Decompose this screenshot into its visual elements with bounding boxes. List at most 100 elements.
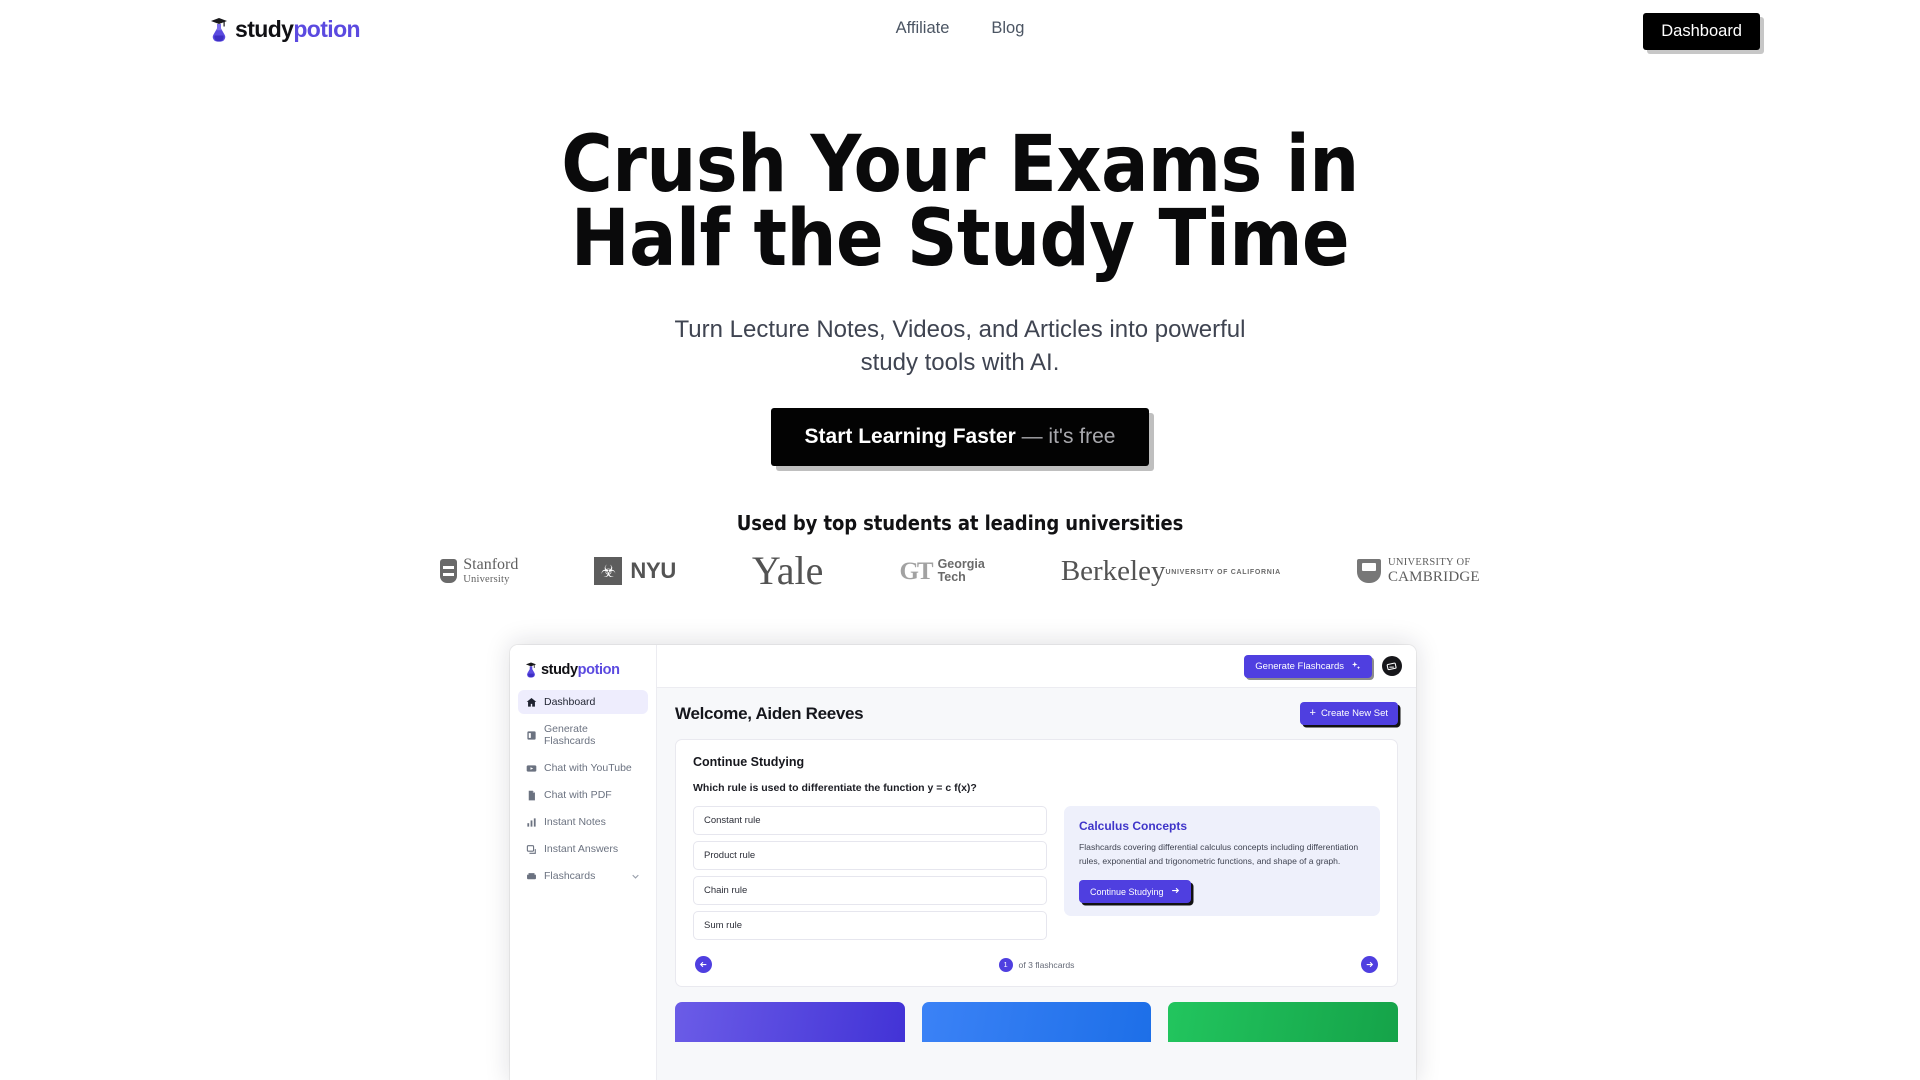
answer-option[interactable]: Constant rule bbox=[693, 806, 1047, 835]
sidebar-item-dashboard[interactable]: Dashboard bbox=[518, 690, 648, 714]
continue-studying-label: Continue Studying bbox=[1090, 886, 1164, 897]
app-topbar: Generate Flashcards bbox=[657, 645, 1416, 688]
cambridge-shield-icon bbox=[1356, 559, 1381, 583]
berkeley-logo-secondary: UNIVERSITY OF CALIFORNIA bbox=[1165, 569, 1281, 576]
university-logos: Stanford University ☣ NYU Yale GT Georgi… bbox=[0, 548, 1920, 594]
hero-subtitle-line-1: Turn Lecture Notes, Videos, and Articles… bbox=[674, 316, 1246, 343]
flashcard-count-label: of 3 flashcards bbox=[1018, 959, 1075, 970]
cambridge-logo-secondary: UNIVERSITY OF bbox=[1387, 556, 1471, 568]
next-flashcard-button[interactable] bbox=[1360, 956, 1378, 973]
start-learning-button[interactable]: Start Learning Faster — it's free bbox=[770, 408, 1150, 466]
berkeley-logo: Berkeley UNIVERSITY OF CALIFORNIA bbox=[1061, 548, 1281, 594]
social-proof-heading: Used by top students at leading universi… bbox=[736, 511, 1184, 535]
app-body: Welcome, Aiden Reeves + Create New Set C… bbox=[657, 688, 1416, 1080]
flashcards-icon bbox=[526, 871, 537, 882]
home-icon bbox=[526, 697, 537, 708]
site-logo[interactable]: studypotion bbox=[208, 16, 361, 42]
page-title: Crush Your Exams in Half the Study Time bbox=[0, 126, 1920, 284]
sparkles-icon bbox=[1351, 661, 1361, 671]
site-logo-text: studypotion bbox=[235, 16, 361, 42]
bottom-card-blue[interactable] bbox=[921, 1002, 1152, 1042]
flashcard-question: Which rule is used to differentiate the … bbox=[693, 782, 977, 794]
arrow-right-icon bbox=[1365, 960, 1374, 969]
chevron-down-icon[interactable] bbox=[631, 872, 640, 881]
sidebar-item-flashcards[interactable]: Flashcards bbox=[518, 864, 648, 888]
notes-icon bbox=[526, 817, 537, 828]
brand-name-part1: study bbox=[235, 16, 294, 42]
arrow-right-icon bbox=[1171, 886, 1180, 897]
plus-icon: + bbox=[1309, 707, 1316, 719]
flashcard-stack-icon bbox=[1386, 660, 1398, 672]
potion-flask-graduation-icon bbox=[524, 661, 538, 678]
create-new-set-label: Create New Set bbox=[1320, 708, 1388, 719]
sidebar-item-instant-answers[interactable]: Instant Answers bbox=[518, 837, 648, 861]
welcome-row: Welcome, Aiden Reeves + Create New Set bbox=[675, 702, 1398, 725]
create-new-set-button[interactable]: + Create New Set bbox=[1299, 702, 1398, 725]
bottom-cards-row bbox=[675, 1002, 1399, 1042]
sidebar-item-label: Instant Answers bbox=[544, 843, 619, 855]
generate-flashcards-label: Generate Flashcards bbox=[1255, 660, 1344, 672]
continue-studying-button[interactable]: Continue Studying bbox=[1079, 880, 1191, 904]
cambridge-logo: UNIVERSITY OF CAMBRIDGE bbox=[1356, 548, 1480, 594]
video-icon bbox=[526, 763, 537, 774]
berkeley-logo-primary: Berkeley bbox=[1060, 554, 1166, 587]
georgia-tech-mark-icon: GT bbox=[899, 557, 933, 585]
bottom-card-purple[interactable] bbox=[675, 1002, 905, 1042]
sidebar-item-label: Chat with PDF bbox=[544, 789, 612, 801]
landing-page: studypotion Affiliate Blog Dashboard Cru… bbox=[0, 0, 1920, 1080]
nav-link-blog[interactable]: Blog bbox=[991, 17, 1024, 39]
arrow-left-icon bbox=[699, 960, 708, 969]
app-brand-part1: study bbox=[541, 661, 578, 678]
answer-option[interactable]: Chain rule bbox=[693, 876, 1047, 905]
answer-options: Constant rule Product rule Chain rule Su… bbox=[693, 806, 1047, 946]
cambridge-logo-primary: CAMBRIDGE bbox=[1387, 568, 1480, 585]
georgia-tech-logo-secondary: Tech bbox=[937, 570, 966, 584]
nyu-torch-icon: ☣ bbox=[594, 557, 623, 585]
hero-subtitle-line-2: study tools with AI. bbox=[860, 349, 1060, 376]
sidebar-item-label: Generate Flashcards bbox=[544, 723, 596, 747]
cta-sub-label: — it's free bbox=[1015, 425, 1116, 448]
calculus-concepts-card: Calculus Concepts Flashcards covering di… bbox=[1064, 806, 1380, 917]
concept-card-description: Flashcards covering differential calculu… bbox=[1079, 842, 1359, 867]
continue-studying-card: Continue Studying Which rule is used to … bbox=[675, 739, 1398, 987]
app-logo-text: studypotion bbox=[541, 662, 620, 678]
pager-status: 1 of 3 flashcards bbox=[998, 957, 1075, 972]
avatar[interactable] bbox=[1382, 656, 1402, 676]
flashcard-pager: 1 of 3 flashcards bbox=[693, 946, 1380, 977]
sidebar-item-chat-with-pdf[interactable]: Chat with PDF bbox=[518, 783, 648, 807]
top-navbar: studypotion Affiliate Blog Dashboard bbox=[0, 0, 1920, 66]
bottom-card-green[interactable] bbox=[1168, 1002, 1399, 1042]
sidebar-item-instant-notes[interactable]: Instant Notes bbox=[518, 810, 648, 834]
sidebar-item-label: Dashboard bbox=[544, 696, 596, 708]
potion-flask-graduation-icon bbox=[208, 16, 230, 42]
app-main: Generate Flashcards Welcome, Aiden Reeve… bbox=[657, 645, 1416, 1080]
answer-option[interactable]: Sum rule bbox=[693, 911, 1047, 940]
study-card-title: Continue Studying bbox=[693, 755, 805, 769]
stanford-logo: Stanford University bbox=[440, 548, 518, 594]
cards-icon bbox=[526, 730, 537, 741]
dashboard-button[interactable]: Dashboard bbox=[1643, 13, 1760, 50]
generate-flashcards-button[interactable]: Generate Flashcards bbox=[1244, 654, 1372, 678]
app-brand-part2: potion bbox=[577, 661, 620, 678]
nav-link-affiliate[interactable]: Affiliate bbox=[896, 17, 950, 39]
yale-logo: Yale bbox=[752, 548, 824, 594]
answers-icon bbox=[526, 844, 537, 855]
app-logo[interactable]: studypotion bbox=[518, 657, 648, 690]
app-sidebar: studypotion Dashboard Generate Flashcard… bbox=[510, 645, 657, 1080]
sidebar-item-label: Instant Notes bbox=[544, 816, 606, 828]
nav-links: Affiliate Blog bbox=[896, 17, 1025, 39]
answer-option[interactable]: Product rule bbox=[693, 841, 1047, 870]
stanford-seal-icon bbox=[440, 559, 458, 583]
sidebar-item-chat-with-youtube[interactable]: Chat with YouTube bbox=[518, 756, 648, 780]
georgia-tech-logo: GT Georgia Tech bbox=[899, 548, 984, 594]
stanford-logo-secondary: University bbox=[463, 573, 510, 585]
cta-main-label: Start Learning Faster bbox=[804, 425, 1016, 448]
hero-title-line-2: Half the Study Time bbox=[570, 194, 1350, 284]
sidebar-item-generate-flashcards[interactable]: Generate Flashcards bbox=[518, 717, 648, 753]
nyu-logo: ☣ NYU bbox=[594, 548, 676, 594]
brand-name-part2: potion bbox=[293, 16, 360, 42]
cta-container: Start Learning Faster — it's free bbox=[0, 408, 1920, 466]
app-preview-window: studypotion Dashboard Generate Flashcard… bbox=[510, 645, 1416, 1080]
previous-flashcard-button[interactable] bbox=[695, 956, 712, 973]
welcome-title: Welcome, Aiden Reeves bbox=[675, 703, 864, 723]
